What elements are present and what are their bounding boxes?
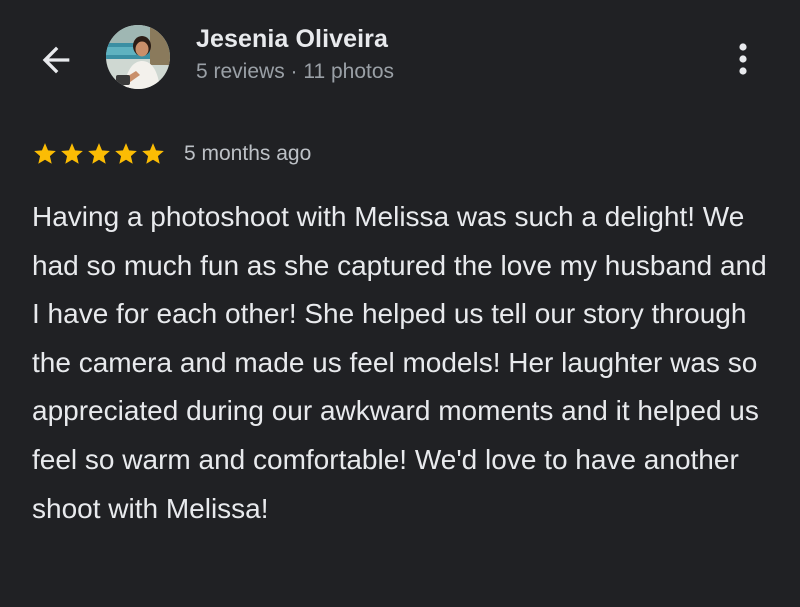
more-vertical-icon — [739, 43, 747, 75]
rating-row: 5 months ago — [32, 138, 311, 170]
arrow-left-icon — [42, 46, 70, 74]
review-date: 5 months ago — [184, 142, 312, 165]
avatar[interactable] — [106, 25, 170, 89]
reviewer-name[interactable]: Jesenia Oliveira — [196, 25, 388, 54]
review-header: Jesenia Oliveira 5 reviews · 11 photos — [0, 0, 800, 120]
more-options-button[interactable] — [722, 33, 764, 81]
star-icon — [86, 141, 112, 167]
profile-photo — [106, 25, 170, 89]
star-icon — [32, 141, 58, 167]
star-rating — [32, 141, 166, 167]
star-icon — [59, 141, 85, 167]
reviewer-meta: 5 reviews · 11 photos — [196, 60, 395, 83]
review-text: Having a photoshoot with Melissa was suc… — [32, 201, 767, 524]
back-button[interactable] — [30, 36, 82, 84]
star-icon — [140, 141, 166, 167]
star-icon — [113, 141, 139, 167]
